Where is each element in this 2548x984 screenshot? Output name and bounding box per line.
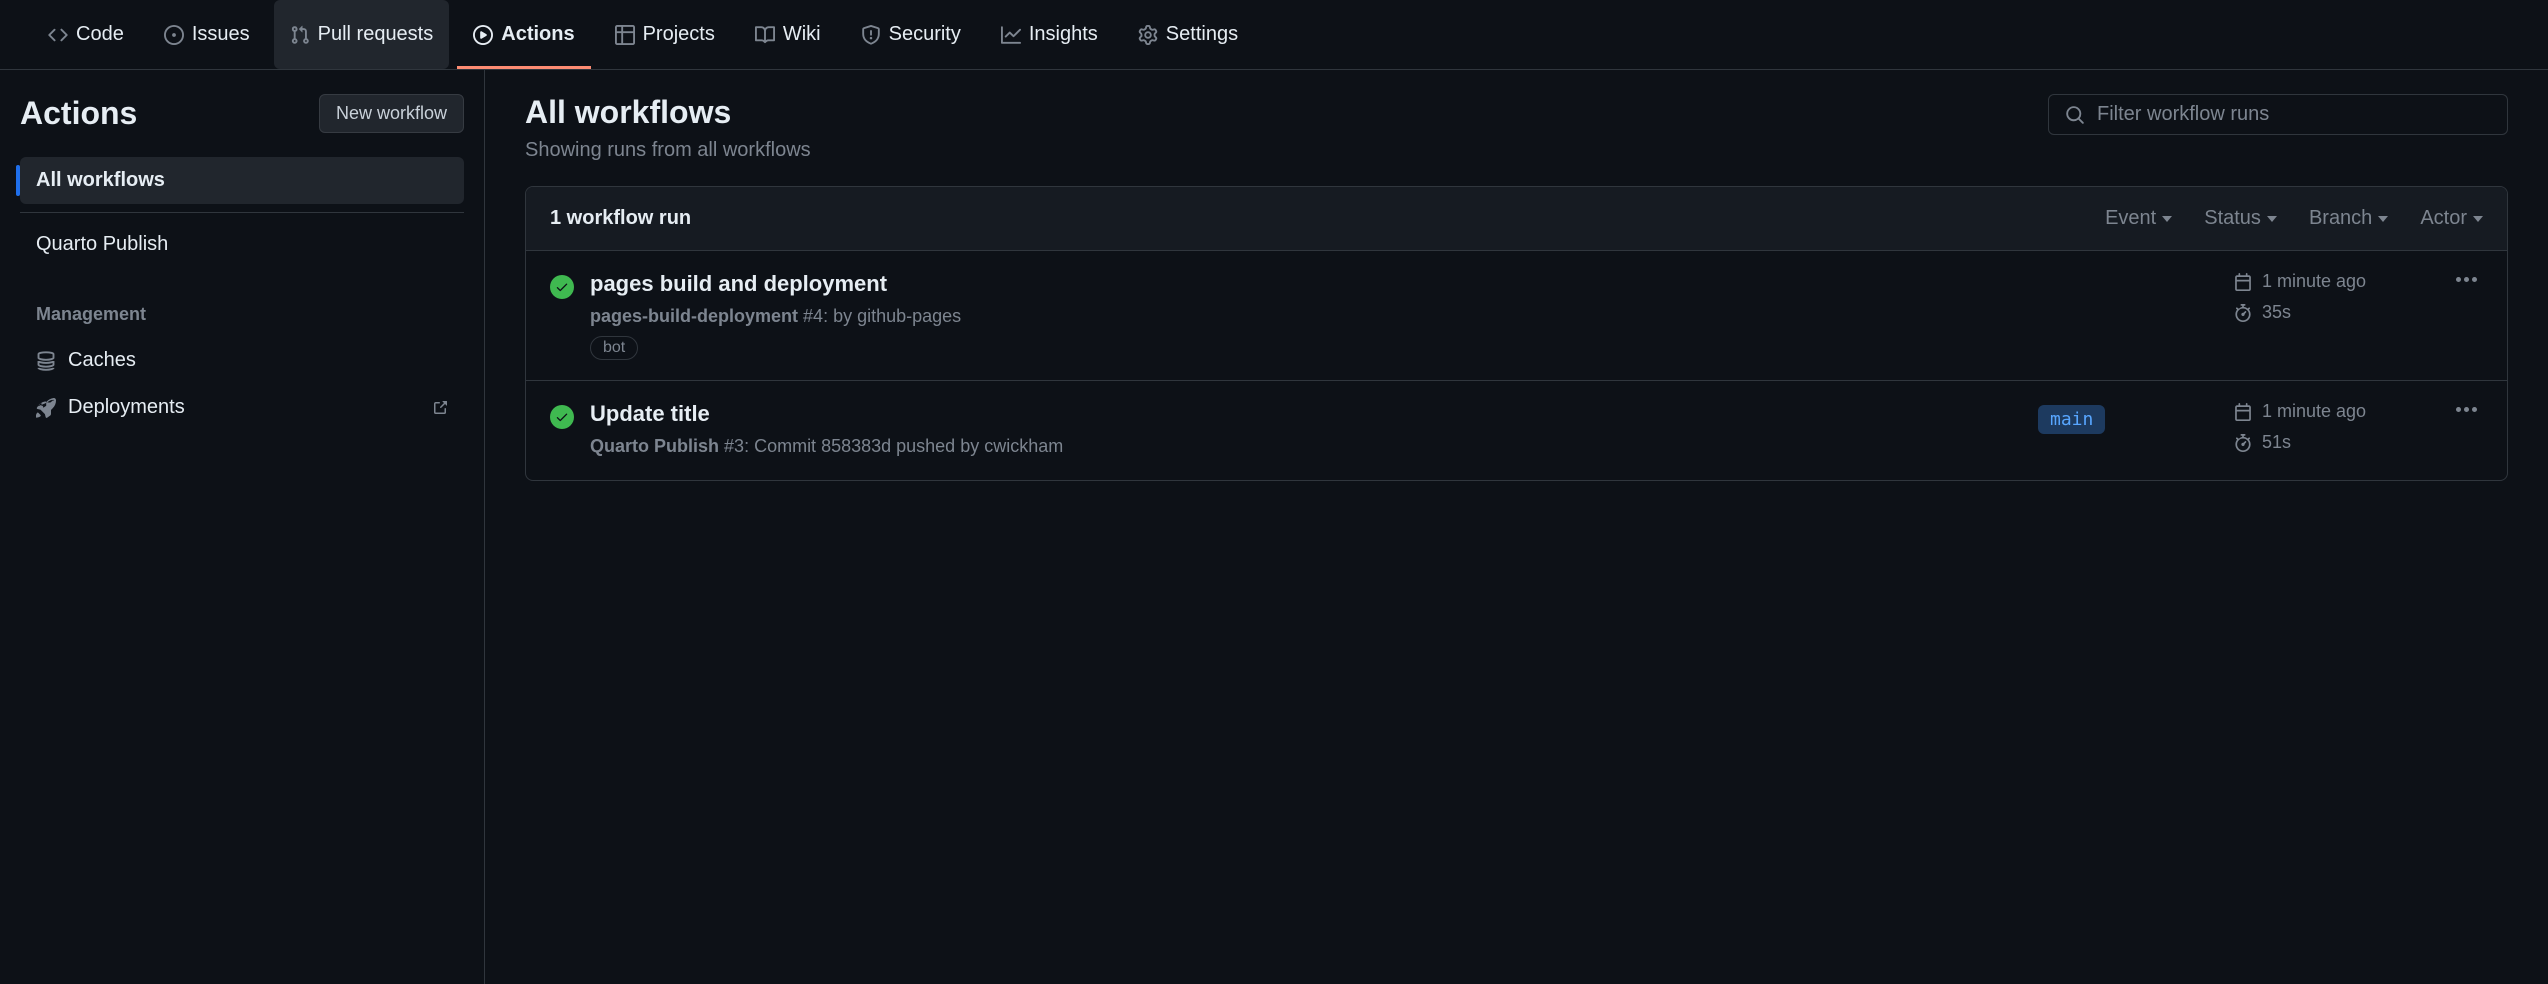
run-subtitle: pages-build-deployment #4: by github-pag… (590, 303, 2022, 330)
gear-icon (1138, 25, 1158, 45)
nav-code-label: Code (76, 23, 124, 46)
run-duration: 51s (2262, 432, 2291, 453)
chevron-down-icon (2378, 216, 2388, 222)
sidebar-item-label: All workflows (36, 169, 165, 192)
new-workflow-button[interactable]: New workflow (319, 94, 464, 133)
filter-label: Event (2105, 207, 2156, 230)
runs-header: 1 workflow run Event Status Branch (526, 187, 2507, 251)
nav-actions[interactable]: Actions (457, 0, 590, 69)
stopwatch-icon (2234, 434, 2252, 452)
pull-request-icon (290, 25, 310, 45)
issues-icon (164, 25, 184, 45)
run-time-ago: 1 minute ago (2262, 271, 2366, 292)
workflow-runs-box: 1 workflow run Event Status Branch (525, 186, 2508, 481)
nav-insights-label: Insights (1029, 23, 1098, 46)
search-icon (2065, 105, 2085, 125)
success-icon (550, 405, 574, 429)
nav-pull-requests-label: Pull requests (318, 23, 434, 46)
nav-wiki[interactable]: Wiki (739, 0, 837, 69)
run-title: Update title (590, 401, 2022, 427)
success-icon (550, 275, 574, 299)
nav-insights[interactable]: Insights (985, 0, 1114, 69)
sidebar-title: Actions (20, 95, 137, 132)
page-title: All workflows (525, 94, 811, 131)
runs-count: 1 workflow run (550, 207, 691, 230)
management-section-label: Management (20, 292, 464, 337)
run-title: pages build and deployment (590, 271, 2022, 297)
stopwatch-icon (2234, 304, 2252, 322)
kebab-menu-button[interactable] (2450, 401, 2483, 418)
table-icon (615, 25, 635, 45)
filter-actor[interactable]: Actor (2420, 207, 2483, 230)
rocket-icon (36, 398, 56, 418)
search-input[interactable] (2097, 103, 2491, 126)
sidebar-item-deployments[interactable]: Deployments (20, 384, 464, 431)
nav-pull-requests[interactable]: Pull requests (274, 0, 450, 69)
nav-issues[interactable]: Issues (148, 0, 266, 69)
filter-label: Status (2204, 207, 2261, 230)
external-link-icon (432, 400, 448, 416)
chevron-down-icon (2473, 216, 2483, 222)
run-time-ago: 1 minute ago (2262, 401, 2366, 422)
main-content: All workflows Showing runs from all work… (485, 70, 2548, 984)
run-duration: 35s (2262, 302, 2291, 323)
calendar-icon (2234, 403, 2252, 421)
page-subtitle: Showing runs from all workflows (525, 139, 811, 162)
kebab-menu-button[interactable] (2450, 271, 2483, 288)
sidebar-item-label: Deployments (68, 396, 185, 419)
nav-settings-label: Settings (1166, 23, 1238, 46)
sidebar: Actions New workflow All workflows Quart… (0, 70, 485, 984)
run-branch-cell: main (2038, 401, 2218, 434)
nav-issues-label: Issues (192, 23, 250, 46)
graph-icon (1001, 25, 1021, 45)
nav-projects-label: Projects (643, 23, 715, 46)
bot-badge: bot (590, 336, 638, 360)
database-icon (36, 351, 56, 371)
workflow-run-row[interactable]: Update title Quarto Publish #3: Commit 8… (526, 381, 2507, 480)
chevron-down-icon (2267, 216, 2277, 222)
run-branch-cell (2038, 271, 2218, 275)
divider (20, 212, 464, 213)
chevron-down-icon (2162, 216, 2172, 222)
filter-label: Branch (2309, 207, 2372, 230)
sidebar-item-label: Quarto Publish (36, 233, 168, 256)
sidebar-item-caches[interactable]: Caches (20, 337, 464, 384)
play-icon (473, 25, 493, 45)
calendar-icon (2234, 273, 2252, 291)
nav-projects[interactable]: Projects (599, 0, 731, 69)
nav-settings[interactable]: Settings (1122, 0, 1254, 69)
filter-branch[interactable]: Branch (2309, 207, 2388, 230)
search-box[interactable] (2048, 94, 2508, 135)
nav-code[interactable]: Code (32, 0, 140, 69)
filter-status[interactable]: Status (2204, 207, 2277, 230)
sidebar-item-workflow[interactable]: Quarto Publish (20, 221, 464, 268)
filter-label: Actor (2420, 207, 2467, 230)
workflow-run-row[interactable]: pages build and deployment pages-build-d… (526, 251, 2507, 381)
sidebar-item-all-workflows[interactable]: All workflows (20, 157, 464, 204)
nav-security[interactable]: Security (845, 0, 977, 69)
sidebar-item-label: Caches (68, 349, 136, 372)
branch-badge[interactable]: main (2038, 405, 2105, 434)
nav-wiki-label: Wiki (783, 23, 821, 46)
repo-nav: Code Issues Pull requests Actions Projec… (0, 0, 2548, 70)
filter-event[interactable]: Event (2105, 207, 2172, 230)
code-icon (48, 25, 68, 45)
run-meta: 1 minute ago 51s (2234, 401, 2434, 453)
run-subtitle: Quarto Publish #3: Commit 858383d pushed… (590, 433, 2022, 460)
book-icon (755, 25, 775, 45)
run-meta: 1 minute ago 35s (2234, 271, 2434, 323)
nav-security-label: Security (889, 23, 961, 46)
shield-icon (861, 25, 881, 45)
nav-actions-label: Actions (501, 23, 574, 46)
